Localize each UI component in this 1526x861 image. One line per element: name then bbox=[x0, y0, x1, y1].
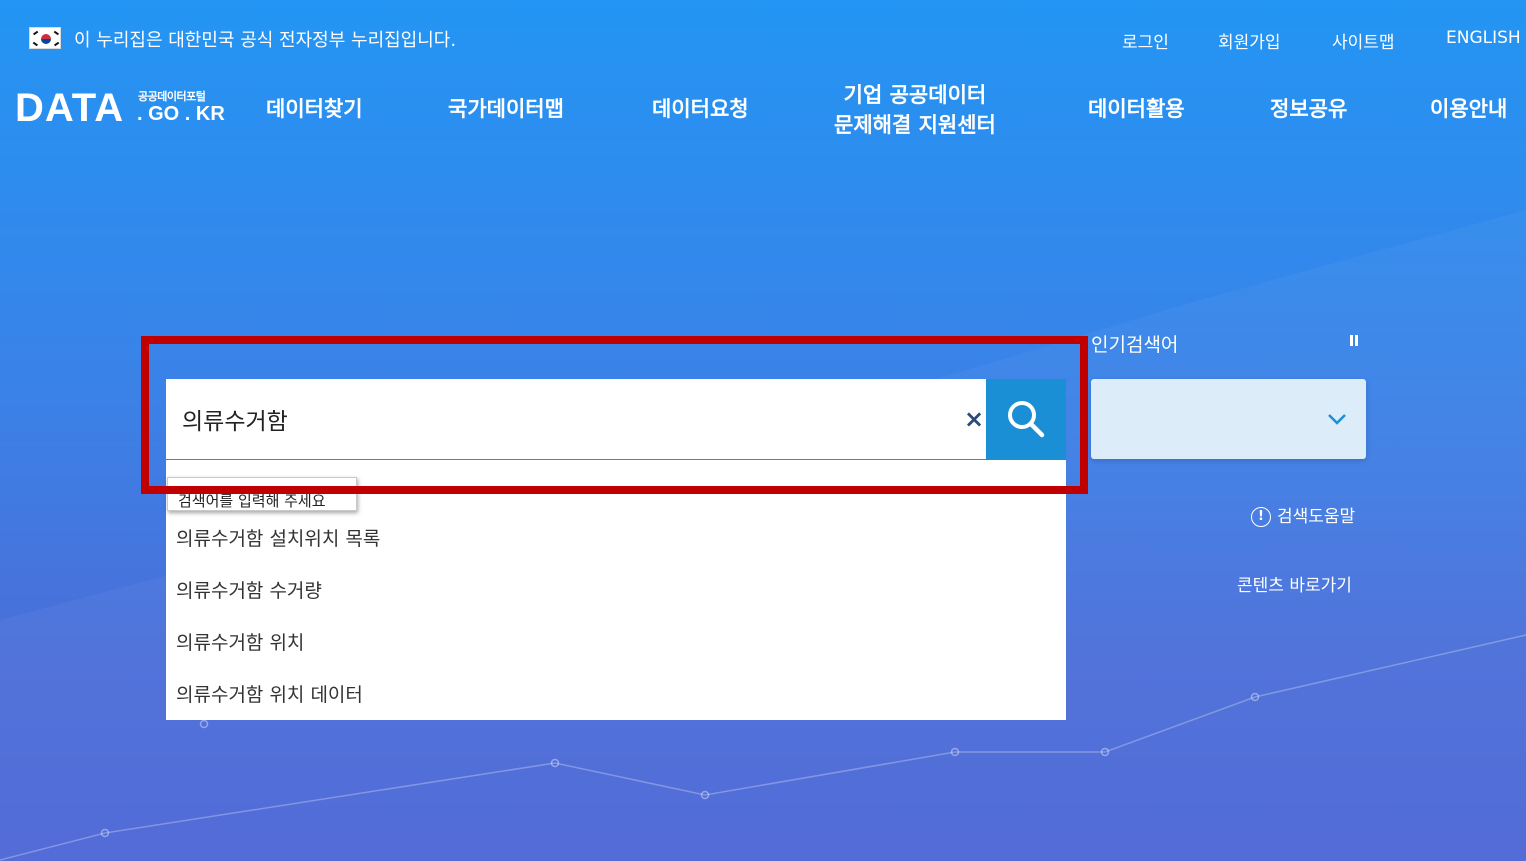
signup-link[interactable]: 회원가입 bbox=[1218, 28, 1281, 53]
nav-business-support-line1: 기업 공공데이터 bbox=[843, 83, 987, 107]
chevron-down-icon bbox=[1328, 414, 1346, 425]
login-link[interactable]: 로그인 bbox=[1122, 28, 1169, 53]
site-logo[interactable]: DATA 공공데이터포털 . GO . KR bbox=[15, 86, 230, 130]
nav-business-support[interactable]: 기업 공공데이터 문제해결 지원센터 bbox=[834, 80, 996, 140]
highlight-annotation bbox=[141, 336, 1088, 494]
nav-data-search[interactable]: 데이터찾기 bbox=[266, 94, 363, 124]
content-shortcut-link[interactable]: 콘텐츠 바로가기 bbox=[1237, 571, 1352, 596]
nav-info-share[interactable]: 정보공유 bbox=[1270, 94, 1347, 124]
nav-data-request[interactable]: 데이터요청 bbox=[652, 94, 749, 124]
top-bar: 이 누리집은 대한민국 공식 전자정부 누리집입니다. 로그인 회원가입 사이트… bbox=[0, 0, 1526, 72]
english-link[interactable]: ENGLISH bbox=[1446, 28, 1521, 48]
logo-main: DATA bbox=[15, 86, 125, 130]
logo-domain: . GO . KR bbox=[137, 103, 225, 125]
search-help-link[interactable]: ! 검색도움말 bbox=[1251, 502, 1355, 527]
logo-subtitle: 공공데이터포털 bbox=[138, 90, 206, 103]
popular-keywords-title: 인기검색어 bbox=[1091, 334, 1179, 356]
nav-national-data-map[interactable]: 국가데이터맵 bbox=[448, 94, 564, 124]
korea-flag-icon bbox=[29, 27, 61, 49]
nav-guide[interactable]: 이용안내 bbox=[1430, 94, 1507, 124]
popular-keywords-dropdown[interactable] bbox=[1091, 379, 1366, 459]
suggestion-item[interactable]: 의류수거함 위치 데이터 bbox=[176, 680, 363, 707]
info-icon: ! bbox=[1251, 507, 1271, 527]
gov-notice: 이 누리집은 대한민국 공식 전자정부 누리집입니다. bbox=[74, 30, 457, 51]
nav-data-usage[interactable]: 데이터활용 bbox=[1088, 94, 1185, 124]
sitemap-link[interactable]: 사이트맵 bbox=[1332, 28, 1395, 53]
search-help-label: 검색도움말 bbox=[1277, 507, 1356, 527]
suggestion-item[interactable]: 의류수거함 위치 bbox=[176, 628, 304, 655]
pause-icon[interactable] bbox=[1348, 333, 1360, 349]
suggestion-item[interactable]: 의류수거함 수거량 bbox=[176, 576, 322, 603]
suggestion-item[interactable]: 의류수거함 설치위치 목록 bbox=[176, 524, 380, 551]
nav-business-support-line2: 문제해결 지원센터 bbox=[834, 113, 996, 137]
